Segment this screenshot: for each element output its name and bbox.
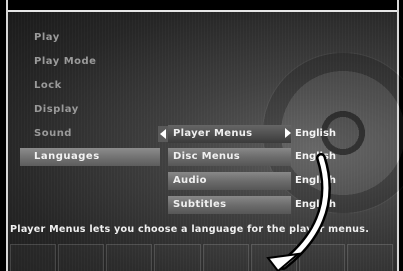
menu-item-disc-menus[interactable]: Disc Menus <box>168 148 291 166</box>
value-subtitles: English <box>295 199 337 210</box>
sidebar-item-display[interactable]: Display <box>34 101 154 119</box>
sidebar-item-sound[interactable]: Sound <box>34 125 154 143</box>
right-triangle-icon[interactable] <box>285 128 291 138</box>
left-triangle-icon[interactable] <box>158 126 168 142</box>
bottom-slot <box>10 244 57 271</box>
bottom-slot-strip <box>10 244 393 271</box>
bottom-slot <box>106 244 153 271</box>
bottom-slot <box>346 244 393 271</box>
bottom-slot <box>154 244 201 271</box>
bottom-slot <box>202 244 249 271</box>
top-frame <box>0 0 403 12</box>
value-player-menus: English <box>295 128 337 139</box>
menu-item-player-menus[interactable]: Player Menus <box>168 125 291 143</box>
help-description: Player Menus lets you choose a language … <box>10 224 370 235</box>
sidebar-item-lock[interactable]: Lock <box>34 77 154 95</box>
value-disc-menus: English <box>295 151 337 162</box>
sidebar-item-play-mode[interactable]: Play Mode <box>34 53 154 71</box>
bottom-slot <box>298 244 345 271</box>
bottom-slot <box>58 244 105 271</box>
dvd-setup-screen: Play Play Mode Lock Display Sound Langua… <box>0 0 403 271</box>
value-audio: English <box>295 175 337 186</box>
menu-item-audio[interactable]: Audio <box>168 172 291 190</box>
left-frame <box>0 0 8 271</box>
sidebar-item-play[interactable]: Play <box>34 29 154 47</box>
bottom-slot <box>250 244 297 271</box>
menu-item-subtitles[interactable]: Subtitles <box>168 196 291 214</box>
sidebar-item-languages[interactable]: Languages <box>20 148 160 166</box>
